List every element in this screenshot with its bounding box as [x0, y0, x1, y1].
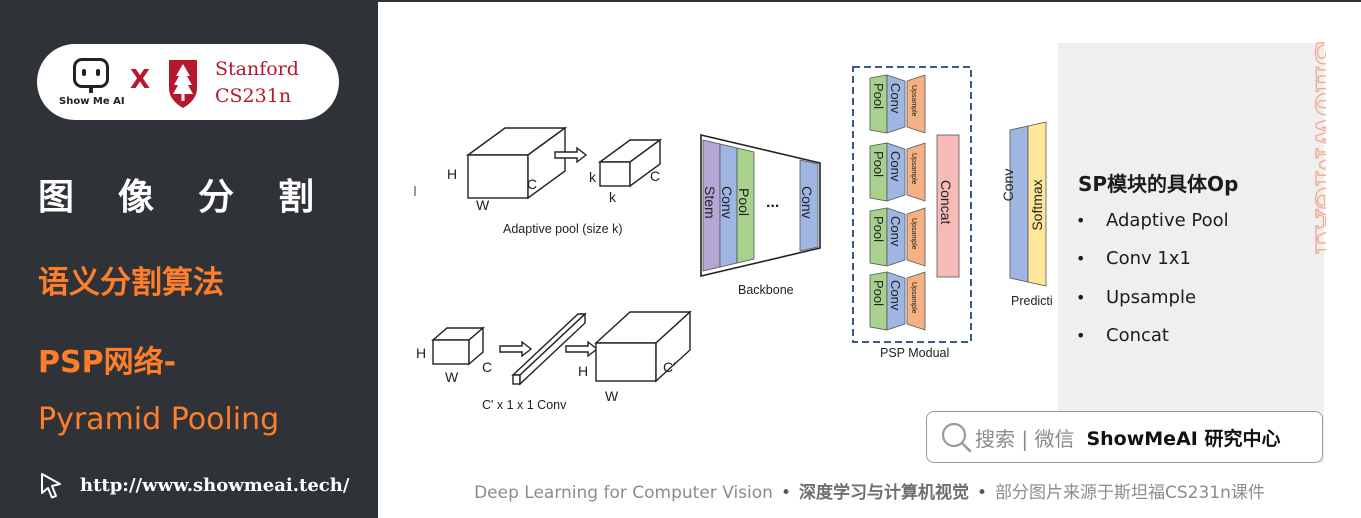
c1-label-c: C: [482, 359, 492, 375]
op-item: • Upsample: [1076, 287, 1197, 308]
psp-pool-label: Pool: [871, 83, 886, 109]
footer-course-cn: 深度学习与计算机视觉: [798, 483, 969, 503]
c1-label-c2: C': [663, 359, 676, 375]
ops-title: SP模块的具体Op: [1078, 172, 1239, 196]
showmeai-watermark: ShowMeAI: [1306, 40, 1326, 255]
c1-label-w: W: [445, 369, 459, 385]
backbone-ellipsis: ...: [766, 194, 779, 211]
conv1x1-diagram: [431, 310, 692, 386]
prediction-conv: [1009, 125, 1029, 283]
backbone-conv-label: Conv: [719, 186, 735, 219]
prediction-conv-label: Conv: [1000, 169, 1016, 202]
ap-label-c2: C: [650, 168, 660, 184]
prediction-softmax-label: Softmax: [1029, 179, 1045, 230]
footer: Deep Learning for Computer Vision • 深度学习与计…: [474, 483, 1265, 503]
backbone-caption: Backbone: [738, 283, 794, 297]
c1-label-w2: W: [605, 388, 619, 404]
psp-conv-label: Conv: [888, 280, 903, 311]
backbone-conv-last-label: Conv: [799, 186, 815, 219]
concat-label: Concat: [938, 180, 954, 224]
svg-text:ShowMeAI: ShowMeAI: [1307, 40, 1326, 255]
ap-label-w: W: [476, 197, 490, 213]
backbone-pool-label: Pool: [736, 188, 752, 216]
ap-caption: Adaptive pool (size k): [503, 222, 623, 236]
search-brand: ShowMeAI 研究中心: [1086, 427, 1281, 450]
ap-label-c: C: [527, 176, 537, 192]
backbone-stem-label: Stem: [702, 186, 718, 219]
psp-pool-label: Pool: [871, 151, 886, 177]
psp-pool-label: Pool: [871, 216, 886, 242]
c1-label-h: H: [416, 345, 426, 361]
psp-caption: PSP Modual: [880, 346, 949, 360]
search-hint: 搜索 | 微信: [975, 426, 1075, 451]
psp-pool-label: Pool: [871, 280, 886, 306]
ap-label-k1: k: [589, 169, 597, 185]
adaptive-pool-diagram: [465, 126, 663, 200]
footer-course: Deep Learning for Computer Vision: [474, 483, 773, 503]
op-item: • Adaptive Pool: [1076, 210, 1229, 231]
footer-source: 部分图片来源于斯坦福CS231n课件: [995, 483, 1265, 503]
psp-upsample-label: Upsample: [910, 218, 917, 250]
search-box[interactable]: 搜索 | 微信 ShowMeAI 研究中心: [926, 411, 1323, 463]
c1-caption: C' x 1 x 1 Conv: [482, 398, 567, 412]
psp-conv-label: Conv: [888, 151, 903, 182]
psp-conv-label: Conv: [888, 216, 903, 247]
op-item: • Concat: [1076, 325, 1169, 346]
psp-branch: Pool Conv Upsample: [869, 271, 926, 331]
psp-upsample-label: Upsample: [910, 153, 917, 185]
psp-upsample-label: Upsample: [910, 282, 917, 314]
prediction-caption: Predicti: [1011, 294, 1053, 308]
psp-branches: Pool Conv UpsamplePool Conv UpsamplePool Conv…: [869, 74, 926, 331]
op-item: • Conv 1x1: [1076, 248, 1191, 269]
psp-upsample-label: Upsample: [910, 85, 917, 117]
c1-label-h2: H: [578, 363, 588, 379]
search-icon: [941, 422, 972, 453]
psp-conv-label: Conv: [888, 83, 903, 114]
psp-branch: Pool Conv Upsample: [869, 74, 926, 134]
psp-branch: Pool Conv Upsample: [869, 207, 926, 267]
psp-branch: Pool Conv Upsample: [869, 142, 926, 202]
ap-label-k2: k: [609, 189, 617, 205]
ap-label-h: H: [447, 166, 457, 182]
